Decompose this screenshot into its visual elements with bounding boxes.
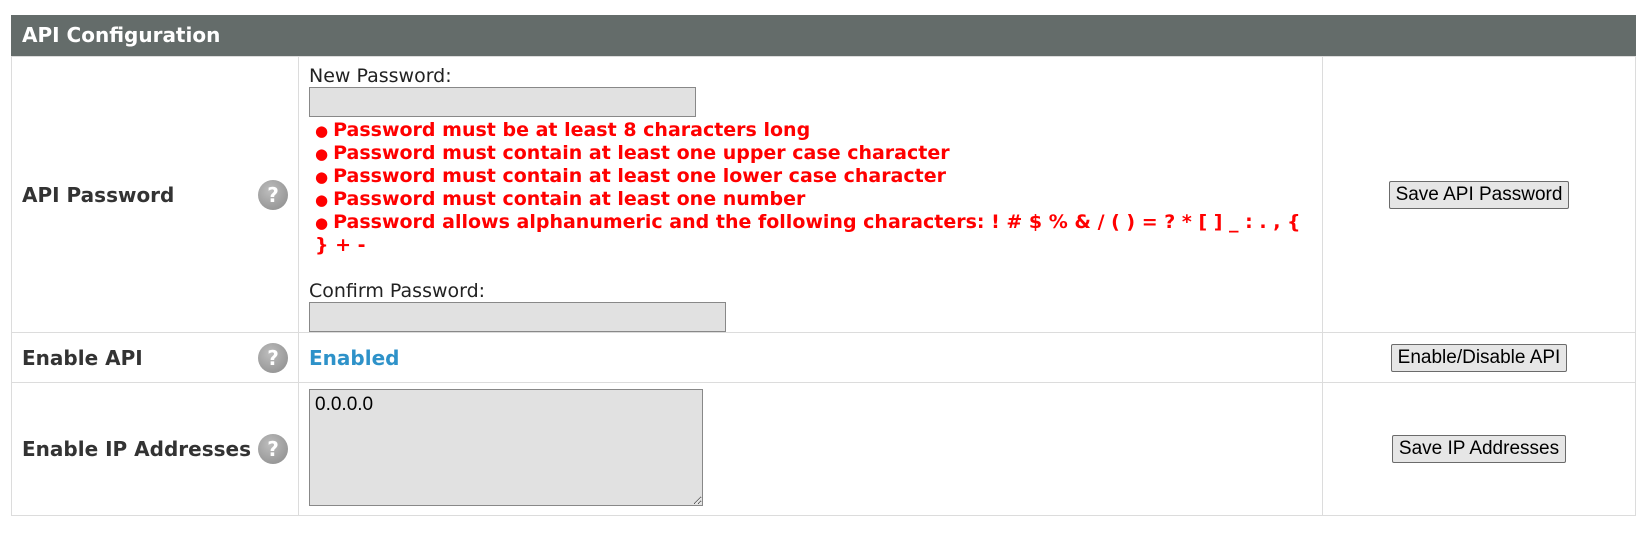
rule-number: Password must contain at least one numbe…	[309, 188, 1312, 211]
panel-title: API Configuration	[11, 15, 1636, 56]
confirm-password-label: Confirm Password:	[309, 280, 486, 302]
enable-api-row: Enable API ? Enabled Enable/Disable API	[11, 332, 1636, 383]
enable-ip-action-cell: Save IP Addresses	[1322, 382, 1636, 516]
ip-addresses-textarea[interactable]: 0.0.0.0	[309, 388, 703, 506]
save-api-password-button[interactable]: Save API Password	[1388, 180, 1570, 209]
api-password-row: API Password ? New Password: Password mu…	[11, 56, 1636, 333]
api-password-action-cell: Save API Password	[1322, 56, 1636, 333]
enable-ip-content: 0.0.0.0	[298, 382, 1323, 516]
api-password-label: API Password	[22, 182, 175, 207]
api-configuration-panel: API Configuration API Password ? New Pas…	[11, 15, 1636, 516]
enable-ip-label-cell: Enable IP Addresses ?	[11, 382, 299, 516]
enable-ip-row: Enable IP Addresses ? 0.0.0.0 Save IP Ad…	[11, 382, 1636, 516]
enable-disable-api-button[interactable]: Enable/Disable API	[1390, 343, 1568, 372]
rule-length: Password must be at least 8 characters l…	[309, 119, 1312, 142]
question-icon[interactable]: ?	[258, 179, 288, 210]
api-status: Enabled	[309, 345, 400, 370]
api-password-content: New Password: Password must be at least …	[298, 56, 1323, 333]
password-rules: Password must be at least 8 characters l…	[309, 119, 1312, 256]
rule-allowed-characters: Password allows alphanumeric and the fol…	[309, 211, 1312, 256]
enable-api-content: Enabled	[298, 332, 1323, 383]
confirm-password-input[interactable]	[309, 302, 726, 332]
save-ip-addresses-button[interactable]: Save IP Addresses	[1391, 435, 1567, 463]
enable-api-label-cell: Enable API ?	[11, 332, 299, 383]
new-password-label: New Password:	[309, 65, 452, 87]
question-icon[interactable]: ?	[258, 434, 288, 464]
rule-uppercase: Password must contain at least one upper…	[309, 142, 1312, 165]
rule-lowercase: Password must contain at least one lower…	[309, 165, 1312, 188]
enable-api-action-cell: Enable/Disable API	[1322, 332, 1636, 383]
question-icon[interactable]: ?	[258, 342, 288, 373]
new-password-input[interactable]	[309, 87, 696, 117]
enable-api-label: Enable API	[22, 345, 143, 370]
config-table: API Password ? New Password: Password mu…	[11, 56, 1636, 516]
api-password-label-cell: API Password ?	[11, 56, 299, 333]
enable-ip-label: Enable IP Addresses	[22, 437, 251, 461]
